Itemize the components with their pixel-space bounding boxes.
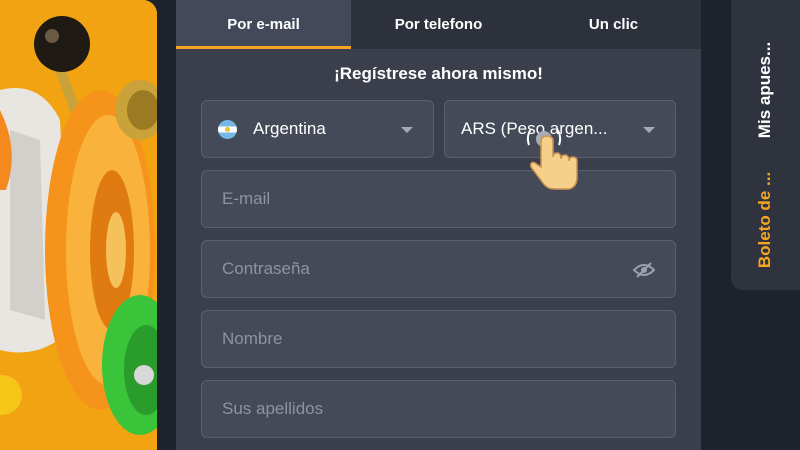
password-field[interactable]: Contraseña <box>201 240 676 298</box>
slot-machine-illustration <box>0 0 157 450</box>
promo-banner <box>0 0 157 450</box>
tab-one-click[interactable]: Un clic <box>526 0 701 49</box>
first-name-placeholder: Nombre <box>222 329 283 348</box>
first-name-field[interactable]: Nombre <box>201 310 676 368</box>
tab-by-phone[interactable]: Por telefono <box>351 0 526 49</box>
bet-slip-tab[interactable]: Boleto de ... <box>731 160 800 280</box>
tab-by-email[interactable]: Por e-mail <box>176 0 351 49</box>
last-name-field[interactable]: Sus apellidos <box>201 380 676 438</box>
email-field[interactable]: E-mail <box>201 170 676 228</box>
tap-hand-cursor-icon <box>526 128 578 190</box>
bet-slip-label: Boleto de ... <box>755 171 775 269</box>
registration-panel: Por e-mail Por telefono Un clic ¡Regístr… <box>176 0 701 450</box>
chevron-down-icon <box>643 127 655 133</box>
registration-tabs: Por e-mail Por telefono Un clic <box>176 0 701 49</box>
my-bets-tab[interactable]: Mis apues... <box>731 30 800 150</box>
country-value: Argentina <box>253 119 326 138</box>
country-select[interactable]: Argentina <box>201 100 434 158</box>
side-rail: Mis apues... Boleto de ... <box>731 0 800 290</box>
password-placeholder: Contraseña <box>222 259 310 278</box>
argentina-flag-icon <box>218 119 237 139</box>
eye-hidden-icon[interactable] <box>633 261 655 279</box>
last-name-placeholder: Sus apellidos <box>222 399 324 418</box>
email-placeholder: E-mail <box>222 189 271 208</box>
chevron-down-icon <box>401 127 413 133</box>
registration-heading: ¡Regístrese ahora mismo! <box>334 64 543 83</box>
my-bets-label: Mis apues... <box>755 41 775 139</box>
